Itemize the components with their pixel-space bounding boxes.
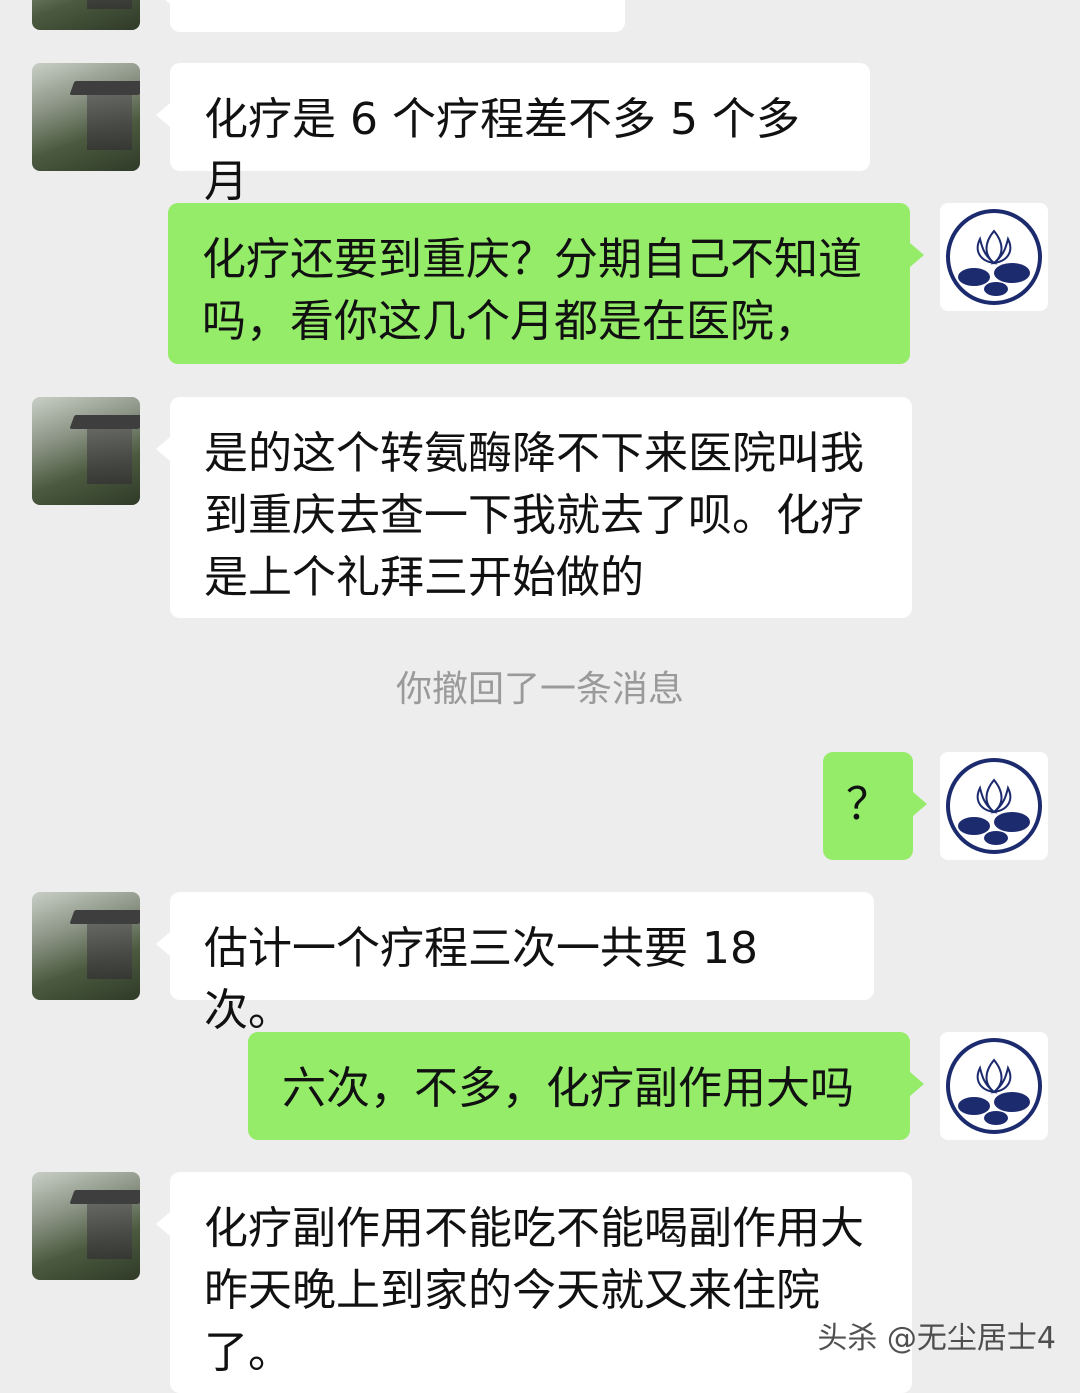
lotus-icon xyxy=(946,209,1042,305)
message-bubble-outgoing[interactable]: ？ xyxy=(823,752,927,860)
message-bubble-outgoing[interactable]: 六次，不多，化疗副作用大吗 xyxy=(248,1032,924,1140)
contact-avatar[interactable] xyxy=(32,1172,140,1280)
message-bubble-incoming[interactable]: 化疗是 6 个疗程差不多 5 个多月 xyxy=(156,63,870,207)
lotus-icon xyxy=(946,758,1042,854)
self-avatar[interactable] xyxy=(940,203,1048,311)
message-bubble-incoming[interactable]: 估计一个疗程三次一共要 18 次。 xyxy=(156,892,874,1036)
recall-notice: 你撤回了一条消息 xyxy=(395,669,684,710)
chat-area: 化疗是 6 个疗程差不多 5 个多月 化疗还要到重庆？分期自己不知道吗，看你这几… xyxy=(0,0,1080,1393)
contact-avatar[interactable] xyxy=(32,0,140,30)
message-bubble-incoming[interactable] xyxy=(156,0,625,32)
watermark-text: 头杀 @无尘居士4 xyxy=(817,1321,1056,1356)
contact-avatar[interactable] xyxy=(32,63,140,171)
message-bubble-outgoing[interactable]: 化疗还要到重庆？分期自己不知道吗，看你这几个月都是在医院， xyxy=(168,203,924,364)
contact-avatar[interactable] xyxy=(32,397,140,505)
lotus-icon xyxy=(946,1038,1042,1134)
message-bubble-incoming[interactable]: 化疗副作用不能吃不能喝副作用大昨天晚上到家的今天就又来住院了。 xyxy=(156,1172,912,1393)
self-avatar[interactable] xyxy=(940,752,1048,860)
contact-avatar[interactable] xyxy=(32,892,140,1000)
self-avatar[interactable] xyxy=(940,1032,1048,1140)
message-bubble-incoming[interactable]: 是的这个转氨酶降不下来医院叫我到重庆去查一下我就去了呗。化疗是上个礼拜三开始做的 xyxy=(156,397,912,618)
